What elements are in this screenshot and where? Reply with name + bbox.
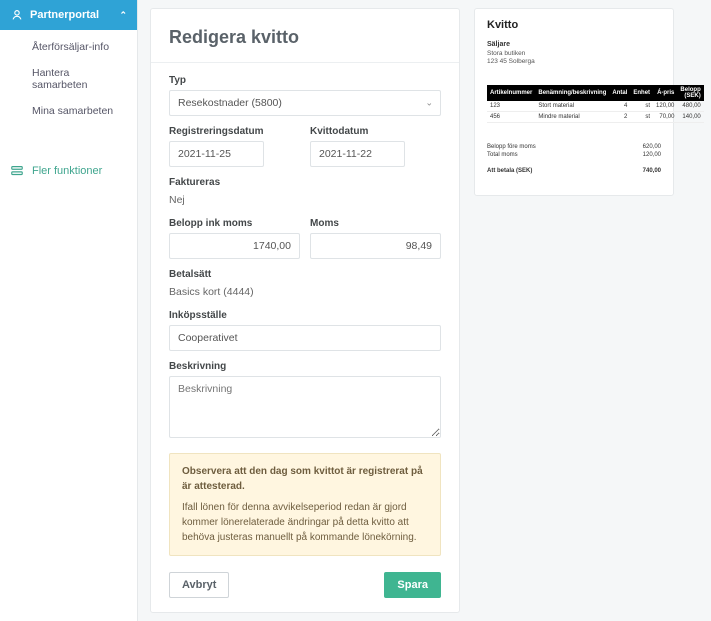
receipt-line-items: Artikelnummer Benämning/beskrivning Anta… xyxy=(487,85,704,123)
regdate-input[interactable] xyxy=(169,141,264,167)
sidebar-item-label: Återförsäljar-info xyxy=(32,41,109,53)
receipt-seller-name: Stora butiken xyxy=(487,50,661,58)
vat-label: Moms xyxy=(310,218,441,229)
sidebar-header-label: Partnerportal xyxy=(30,9,99,21)
col-artno: Artikelnummer xyxy=(487,85,535,101)
receipt-seller-heading: Säljare xyxy=(487,41,661,48)
save-button[interactable]: Spara xyxy=(384,572,441,598)
place-label: Inköpsställe xyxy=(169,310,441,321)
receipt-totals: Belopp före moms620,00 Total moms120,00 … xyxy=(487,143,661,175)
edit-receipt-form: Redigera kvitto Typ Resekostnader (5800)… xyxy=(150,8,460,613)
type-label: Typ xyxy=(169,75,441,86)
sidebar-header-partnerportal[interactable]: Partnerportal ⌃ xyxy=(0,0,137,30)
col-aprice: Á-pris xyxy=(653,85,677,101)
page-title: Redigera kvitto xyxy=(169,27,441,48)
receipt-title: Kvitto xyxy=(487,19,661,31)
partner-icon xyxy=(10,8,24,22)
cancel-button[interactable]: Avbryt xyxy=(169,572,229,598)
col-sum: Belopp (SEK) xyxy=(677,85,703,101)
table-row: 456 Mindre material 2 st 70,00 140,00 xyxy=(487,111,704,122)
col-unit: Enhet xyxy=(630,85,653,101)
sidebar-item-reseller-info[interactable]: Återförsäljar-info xyxy=(0,34,137,60)
desc-label: Beskrivning xyxy=(169,361,441,372)
sidebar-more-functions[interactable]: Fler funktioner xyxy=(0,156,137,186)
col-qty: Antal xyxy=(609,85,630,101)
warning-note-heading: Observera att den dag som kvittot är reg… xyxy=(182,464,428,494)
desc-textarea[interactable] xyxy=(169,376,441,438)
amount-label: Belopp ink moms xyxy=(169,218,300,229)
regdate-label: Registreringsdatum xyxy=(169,126,300,137)
kvitto-input[interactable] xyxy=(310,141,405,167)
warning-note-body: Ifall lönen för denna avvikelseperiod re… xyxy=(182,502,417,543)
warning-note: Observera att den dag som kvittot är reg… xyxy=(169,453,441,556)
kvitto-label: Kvittodatum xyxy=(310,126,441,137)
sidebar-item-label: Hantera samarbeten xyxy=(32,67,87,91)
vat-input[interactable] xyxy=(310,233,441,259)
sidebar-item-label: Mina samarbeten xyxy=(32,105,113,117)
col-desc: Benämning/beskrivning xyxy=(535,85,609,101)
payment-label: Betalsätt xyxy=(169,269,441,280)
sidebar-more-label: Fler funktioner xyxy=(32,165,102,177)
receipt-seller-addr: 123 45 Solberga xyxy=(487,58,661,66)
place-input[interactable] xyxy=(169,325,441,351)
sidebar: Partnerportal ⌃ Återförsäljar-info Hante… xyxy=(0,0,138,621)
sidebar-item-my-collab[interactable]: Mina samarbeten xyxy=(0,98,137,124)
settings-icon xyxy=(10,164,24,178)
invoiced-label: Faktureras xyxy=(169,177,441,188)
amount-input[interactable] xyxy=(169,233,300,259)
invoiced-value: Nej xyxy=(169,192,441,208)
payment-value: Basics kort (4444) xyxy=(169,284,441,300)
chevron-up-icon: ⌃ xyxy=(119,10,127,21)
sidebar-item-manage-collab[interactable]: Hantera samarbeten xyxy=(0,60,137,98)
type-select[interactable]: Resekostnader (5800) xyxy=(169,90,441,116)
receipt-preview: Kvitto Säljare Stora butiken 123 45 Solb… xyxy=(474,8,674,196)
table-row: 123 Stort material 4 st 120,00 480,00 xyxy=(487,101,704,112)
